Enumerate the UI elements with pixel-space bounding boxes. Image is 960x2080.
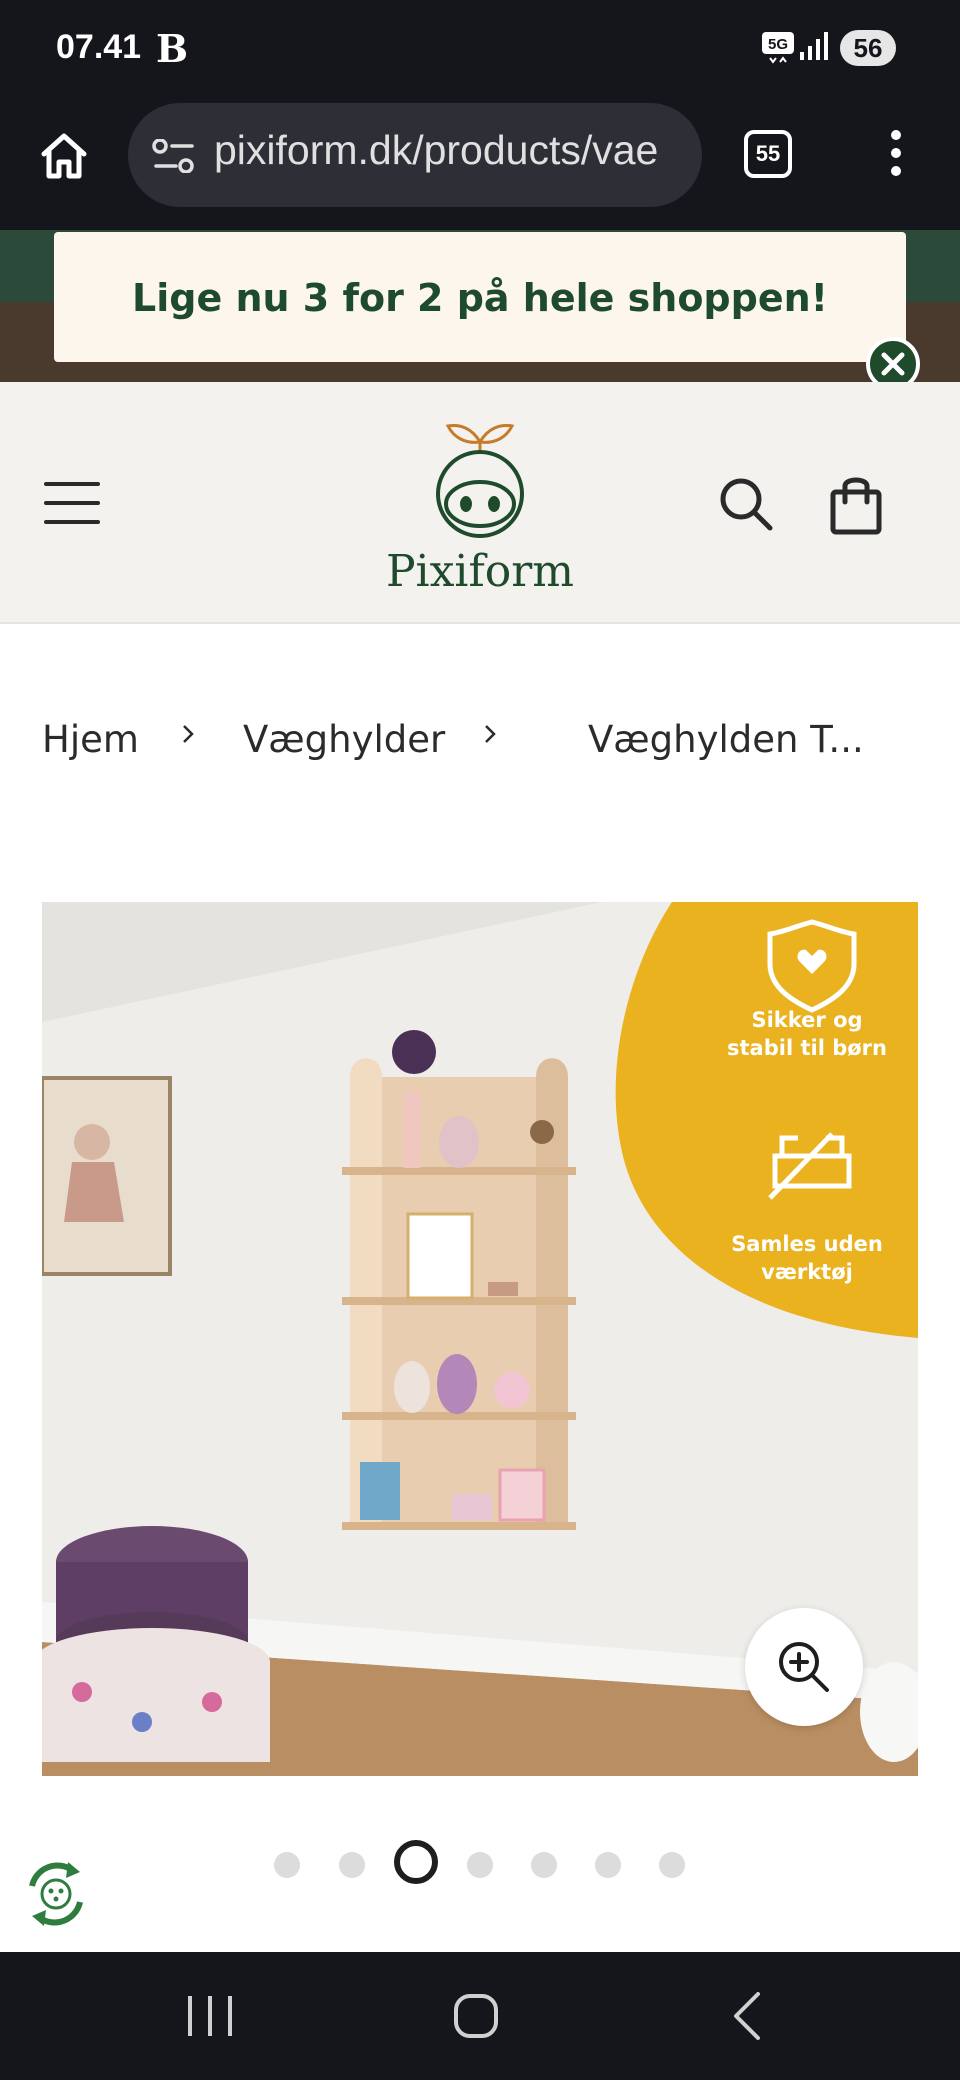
badge-safe-line-1: Sikker og <box>751 1008 863 1032</box>
logo-icon <box>436 424 524 538</box>
carousel-dot[interactable] <box>274 1852 300 1878</box>
carousel-dot[interactable] <box>531 1852 557 1878</box>
home-icon <box>41 133 87 179</box>
address-bar[interactable]: pixiform.dk/products/vae <box>128 103 702 207</box>
circle-home-icon <box>454 1994 498 2038</box>
search-button[interactable] <box>716 474 776 534</box>
status-app-indicator: B <box>156 26 189 71</box>
home-button[interactable] <box>36 128 92 184</box>
status-time: 07.41 <box>56 28 142 66</box>
network-5g-icon: 5G <box>762 32 794 70</box>
hamburger-line <box>44 520 100 524</box>
chevron-right-icon <box>183 725 194 743</box>
brand-logo[interactable]: Pixiform <box>380 418 580 598</box>
zoom-in-icon <box>779 1642 829 1692</box>
recent-apps-button[interactable] <box>180 1986 240 2046</box>
url-text[interactable]: pixiform.dk/products/vae <box>214 127 684 174</box>
menu-dot <box>891 148 901 158</box>
browser-toolbar: pixiform.dk/products/vae 55 <box>0 100 960 230</box>
back-icon <box>734 1992 760 2040</box>
breadcrumb-category[interactable]: Væghylder <box>243 718 445 761</box>
carousel-dot[interactable] <box>595 1852 621 1878</box>
breadcrumb-home[interactable]: Hjem <box>42 718 139 761</box>
site-header: Pixiform <box>0 382 960 624</box>
eco-badge-button[interactable] <box>18 1856 94 1932</box>
signal-icon <box>800 30 830 66</box>
promo-popup[interactable]: Lige nu 3 for 2 på hele shoppen! <box>54 232 906 362</box>
badge-safe-line-2: stabil til børn <box>727 1036 887 1060</box>
carousel-dots <box>0 1836 960 1886</box>
badge-tools-line-2: værktøj <box>761 1260 853 1284</box>
menu-dot <box>891 130 901 140</box>
recycle-icon <box>29 1862 83 1926</box>
promo-text: Lige nu 3 for 2 på hele shoppen! <box>132 276 828 320</box>
svg-text:5G: 5G <box>768 36 788 53</box>
shopping-bag-icon <box>830 477 882 535</box>
chevron-right-icon <box>485 725 496 743</box>
carousel-dot[interactable] <box>339 1852 365 1878</box>
zoom-button[interactable] <box>745 1608 863 1726</box>
search-icon <box>720 478 773 531</box>
carousel-dot[interactable] <box>659 1852 685 1878</box>
recent-apps-icon <box>188 1996 232 2036</box>
cart-button[interactable] <box>828 472 884 536</box>
battery-indicator: 56 <box>840 30 896 66</box>
close-icon <box>881 352 905 376</box>
carousel-dot-active[interactable] <box>394 1840 438 1884</box>
carousel-dot[interactable] <box>467 1852 493 1878</box>
badge-safe-text: Sikker og stabil til børn <box>692 1006 918 1062</box>
breadcrumb: Hjem Væghylder Væghylden T... <box>0 710 960 770</box>
badge-tools-line-1: Samles uden <box>731 1232 883 1256</box>
back-button[interactable] <box>720 1986 780 2046</box>
site-settings-icon[interactable] <box>152 138 196 177</box>
system-home-button[interactable] <box>446 1986 506 2046</box>
hamburger-line <box>44 501 100 505</box>
tab-switcher-button[interactable]: 55 <box>744 130 792 178</box>
status-bar: 07.41 B 5G 56 <box>0 0 960 100</box>
breadcrumb-current: Væghylden T... <box>588 718 864 761</box>
brand-name: Pixiform <box>385 546 575 597</box>
menu-dot <box>891 166 901 176</box>
system-nav-bar <box>0 1952 960 2080</box>
hamburger-menu-button[interactable] <box>44 482 100 526</box>
badge-tools-text: Samles uden værktøj <box>692 1230 918 1286</box>
browser-menu-button[interactable] <box>884 130 908 180</box>
hamburger-line <box>44 482 100 486</box>
